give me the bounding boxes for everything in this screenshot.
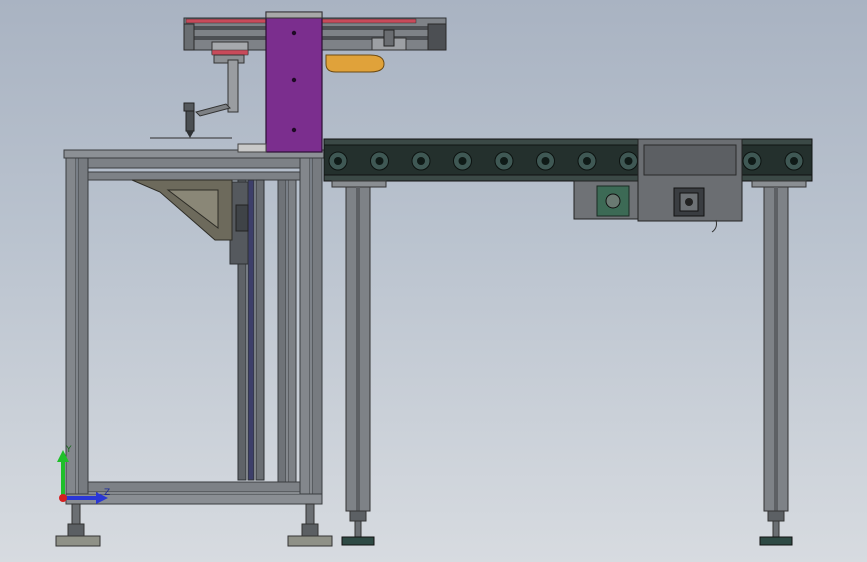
nozzle-body bbox=[185, 110, 195, 132]
conveyor-leg-left-groove bbox=[356, 187, 360, 511]
cad-model-view[interactable]: Y Z bbox=[0, 0, 867, 562]
left-frame[interactable] bbox=[55, 149, 333, 547]
left-foot-pad bbox=[55, 535, 101, 547]
left-foot-nut bbox=[67, 523, 85, 537]
conveyor-leg-bracket-right bbox=[751, 180, 807, 188]
tool-arm-link bbox=[195, 103, 231, 117]
conveyor-leg-right-pad bbox=[759, 536, 793, 546]
frame-bottom-rail bbox=[87, 481, 301, 493]
gantry-slider-accent bbox=[211, 49, 249, 56]
conveyor-roller-hub bbox=[417, 157, 425, 165]
right-foot-pad bbox=[287, 535, 333, 547]
vertical-axis-rail-3 bbox=[255, 179, 265, 481]
nozzle-holder bbox=[183, 102, 195, 112]
frame-top-rail-2 bbox=[87, 171, 301, 181]
support-gusset-cutout bbox=[166, 189, 219, 230]
frame-inner-post bbox=[277, 179, 287, 483]
frame-top-rail bbox=[87, 157, 301, 169]
vertical-axis-rail-2 bbox=[247, 179, 255, 481]
gantry-end-motor bbox=[427, 23, 447, 51]
cad-viewport[interactable]: Y Z bbox=[0, 0, 867, 562]
carriage-bolt-3 bbox=[291, 127, 297, 133]
conveyor-roller-hub bbox=[375, 157, 384, 165]
conveyor-roller-hub bbox=[541, 157, 550, 165]
conveyor-leg-right-foot bbox=[767, 510, 785, 522]
conveyor-leg-left-foot bbox=[349, 510, 367, 522]
conveyor-roller-hub bbox=[583, 157, 591, 165]
tool-arm bbox=[227, 59, 239, 113]
vertical-axis-block-2 bbox=[235, 204, 249, 232]
gantry-left-end bbox=[183, 23, 195, 51]
frame-post-left-2 bbox=[77, 157, 89, 505]
conveyor-leg-right-groove bbox=[774, 187, 778, 511]
right-foot-nut bbox=[301, 523, 319, 537]
frame-inner-post-2 bbox=[287, 179, 297, 483]
conveyor-roller-hub bbox=[500, 157, 508, 165]
conveyor-leg-left-stem bbox=[354, 520, 362, 538]
frame-post-right-2 bbox=[311, 157, 323, 505]
carriage-bolt bbox=[291, 30, 297, 36]
conveyor-roller-hub bbox=[334, 157, 342, 165]
drive-housing-inner bbox=[643, 144, 737, 176]
carriage-bolt-2 bbox=[291, 77, 297, 83]
nozzle-tip bbox=[186, 131, 194, 138]
triad-y-label: Y bbox=[65, 445, 72, 455]
roller-conveyor[interactable] bbox=[323, 138, 813, 546]
sensor-cable bbox=[711, 219, 717, 233]
conveyor-leg-right-stem bbox=[772, 520, 780, 538]
conveyor-roller-hub bbox=[458, 157, 467, 165]
conveyor-leg-left-pad bbox=[341, 536, 375, 546]
cable-chain bbox=[325, 54, 385, 73]
gantry-assembly[interactable] bbox=[150, 11, 447, 153]
frame-post-right bbox=[299, 157, 311, 505]
conveyor-roller-hub bbox=[790, 157, 798, 165]
conveyor-roller-hub bbox=[624, 157, 633, 165]
drive-motor-shaft bbox=[605, 193, 621, 209]
chain-bracket-clamp bbox=[383, 29, 395, 47]
triad-x-axis bbox=[59, 494, 67, 502]
conveyor-leg-bracket-left bbox=[331, 180, 387, 188]
triad-z-label: Z bbox=[104, 488, 110, 498]
carriage-base-block bbox=[237, 143, 267, 153]
gearbox-shaft bbox=[685, 198, 693, 206]
conveyor-roller-hub bbox=[748, 157, 756, 165]
purple-carriage-top bbox=[265, 11, 323, 19]
